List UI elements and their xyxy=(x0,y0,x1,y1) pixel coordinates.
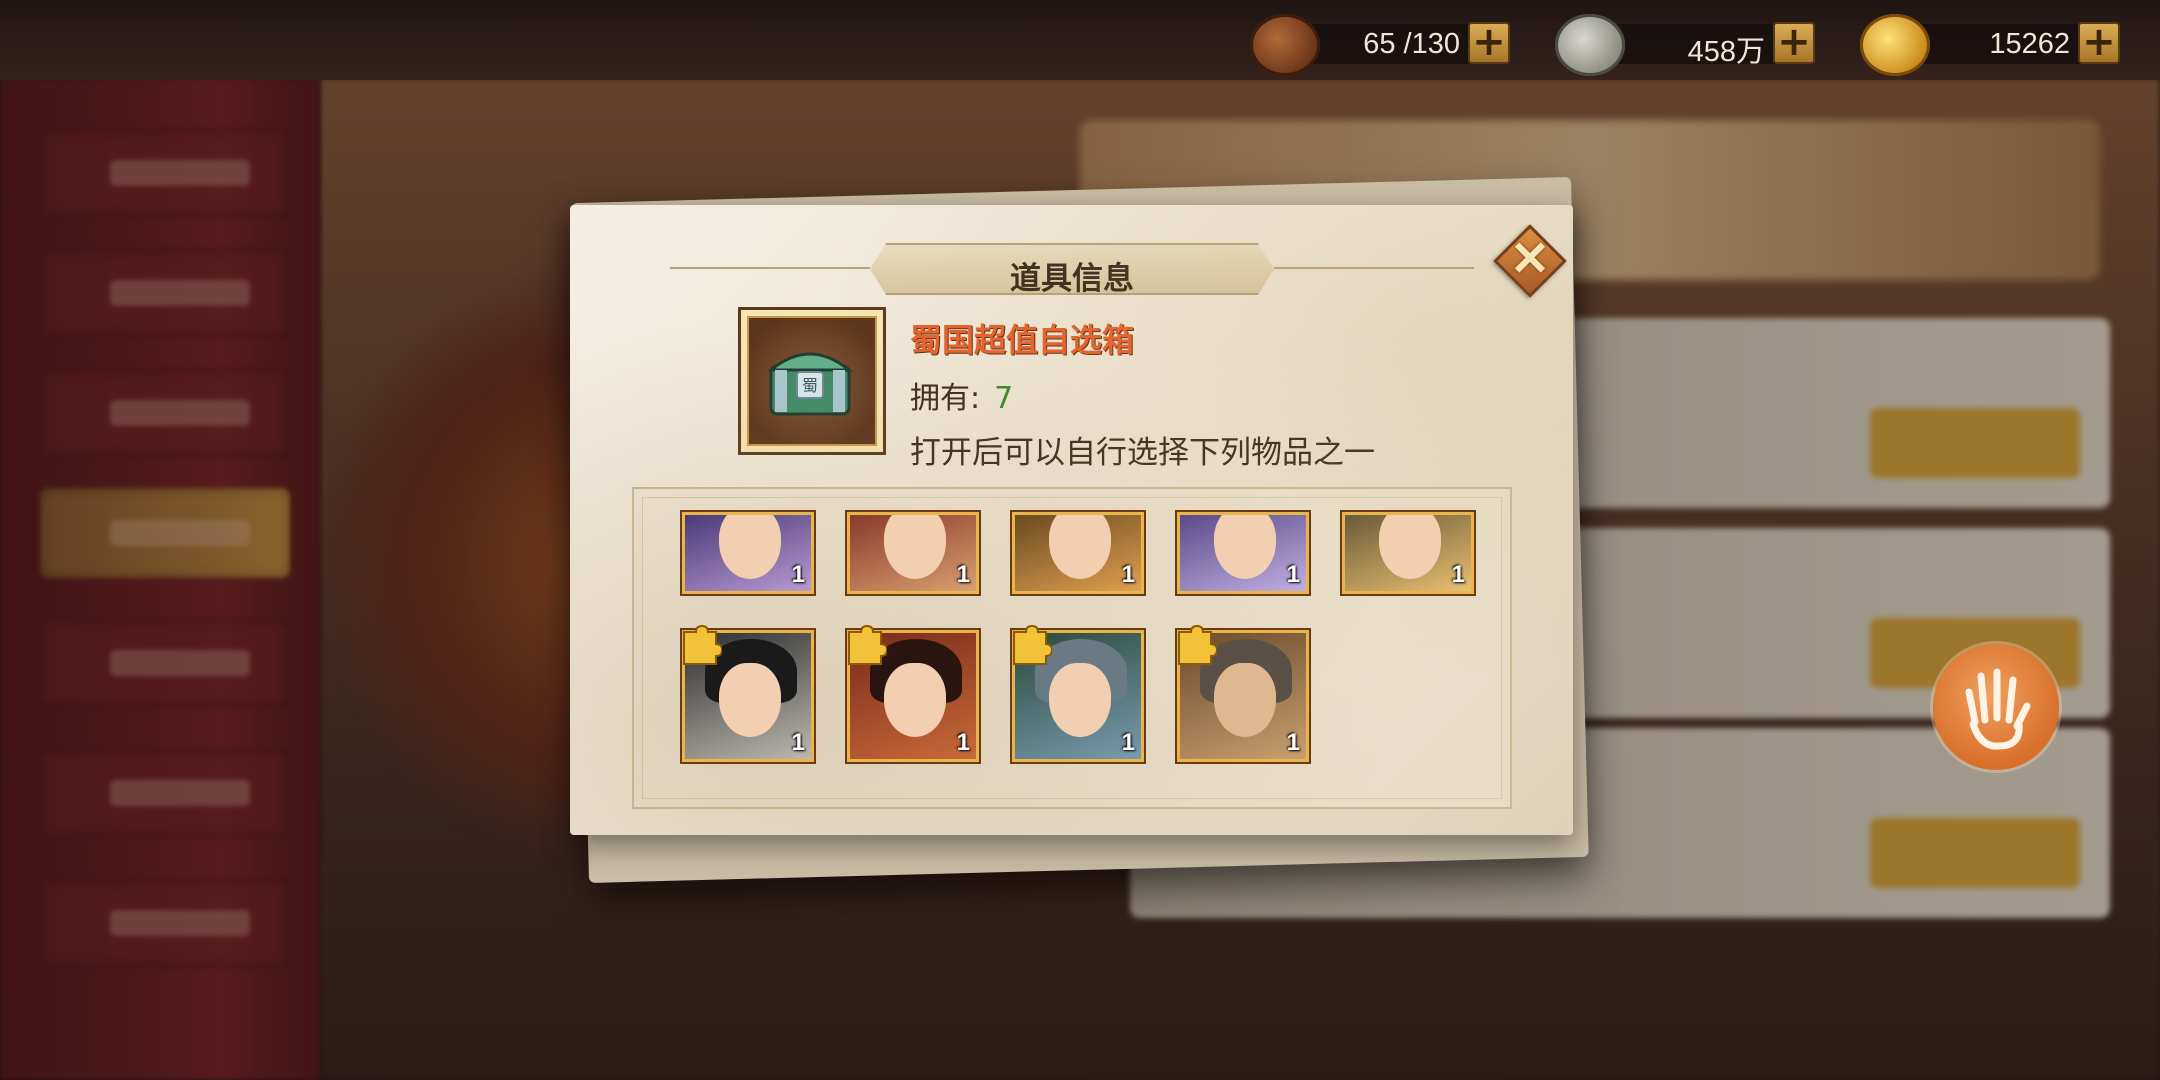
item-name: 蜀国超值自选箱 xyxy=(910,321,1135,359)
jade-chest-icon: 蜀 xyxy=(766,352,854,416)
copper-value: 458万 xyxy=(1687,36,1765,68)
hand-icon xyxy=(1965,668,2031,750)
reward-count: 1 xyxy=(1121,561,1135,588)
title-divider-right xyxy=(1274,267,1474,269)
hero-portrait-icon: 1 xyxy=(1015,515,1141,591)
resource-stamina: 65 /130 + xyxy=(1250,14,1510,76)
reward-count: 1 xyxy=(1451,561,1465,588)
reward-count: 1 xyxy=(956,561,970,588)
add-stamina-button[interactable]: + xyxy=(1468,22,1510,64)
owned-row: 拥有: 7 xyxy=(910,373,1013,417)
resource-gold: 15262 + xyxy=(1860,14,2120,76)
reward-slot[interactable]: 1 xyxy=(1175,624,1311,764)
add-copper-button[interactable]: + xyxy=(1773,22,1815,64)
hero-portrait-icon: 1 xyxy=(850,515,976,591)
owned-count: 7 xyxy=(994,381,1014,416)
svg-text:蜀: 蜀 xyxy=(802,376,818,395)
reward-slot[interactable]: 1 xyxy=(845,510,981,596)
reward-count: 1 xyxy=(1286,729,1300,756)
item-description: 打开后可以自行选择下列物品之一 xyxy=(910,435,1375,471)
fragment-icon xyxy=(1178,624,1217,665)
reward-slot[interactable]: 1 xyxy=(680,510,816,596)
item-icon-frame: 蜀 xyxy=(738,307,886,455)
gold-value: 15262 xyxy=(1989,28,2070,60)
close-button[interactable]: ✕ xyxy=(1492,223,1568,299)
hero-portrait-icon: 1 xyxy=(685,515,811,591)
owned-label: 拥有: xyxy=(910,381,981,416)
fragment-icon xyxy=(848,624,887,665)
reward-slot[interactable]: 1 xyxy=(680,624,816,764)
reward-slot[interactable]: 1 xyxy=(845,624,981,764)
reward-count: 1 xyxy=(1121,729,1135,756)
reward-count: 1 xyxy=(791,561,805,588)
resource-copper: 458万 + xyxy=(1555,14,1815,76)
hand-assist-button[interactable] xyxy=(1933,644,2059,770)
stamina-value: 65 /130 xyxy=(1363,28,1460,60)
hero-portrait-icon: 1 xyxy=(1345,515,1471,591)
reward-slot[interactable]: 1 xyxy=(1340,510,1476,596)
fragment-icon xyxy=(683,624,722,665)
reward-slot[interactable]: 1 xyxy=(1010,624,1146,764)
dialog-title-plate: 道具信息 xyxy=(870,243,1274,295)
reward-count: 1 xyxy=(791,729,805,756)
reward-count: 1 xyxy=(1286,561,1300,588)
reward-count: 1 xyxy=(956,729,970,756)
reward-slot[interactable]: 1 xyxy=(1010,510,1146,596)
add-gold-button[interactable]: + xyxy=(2078,22,2120,64)
close-icon: ✕ xyxy=(1509,233,1551,286)
reward-slot[interactable]: 1 xyxy=(1175,510,1311,596)
hero-portrait-icon: 1 xyxy=(1180,515,1306,591)
fragment-icon xyxy=(1013,624,1052,665)
dialog-title: 道具信息 xyxy=(1010,261,1134,297)
title-divider-left xyxy=(670,267,870,269)
